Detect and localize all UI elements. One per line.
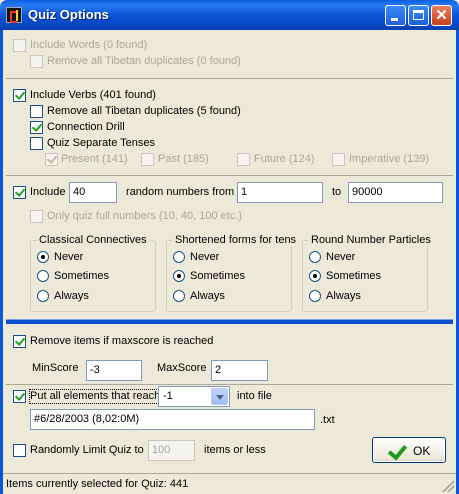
file-extension-label: .txt [320,414,335,426]
radio-label: Never [190,251,220,263]
include-verbs-checkbox[interactable] [13,89,26,102]
separator [6,78,453,79]
words-remove-duplicates-checkbox[interactable] [30,55,43,68]
random-from-label: random numbers from [126,186,235,198]
section-divider [6,319,453,324]
shortened-never-radio[interactable] [173,251,185,263]
number-to-input[interactable]: 90000 [348,182,443,203]
shortened-always-radio[interactable] [173,290,185,302]
particles-always-radio[interactable] [309,290,321,302]
into-file-label: into file [237,390,272,402]
random-limit-label: Randomly Limit Quiz to [30,444,144,456]
put-all-elements-label: Put all elements that reach [28,389,162,404]
reach-score-value: -1 [163,390,173,402]
verbs-remove-duplicates-label: Remove all Tibetan duplicates (5 found) [47,105,241,117]
separate-tenses-checkbox[interactable] [30,137,43,150]
to-label: to [332,186,342,198]
items-or-less-label: items or less [204,444,266,456]
app-icon [6,7,22,23]
group-title: Classical Connectives [37,234,149,246]
minscore-input[interactable]: -3 [86,360,142,381]
tense-imperative-checkbox[interactable] [332,153,345,166]
separator [6,384,453,385]
random-limit-checkbox[interactable] [13,444,26,457]
tense-future-label: Future (124) [254,153,315,165]
number-count-input[interactable]: 40 [69,182,117,203]
radio-label: Sometimes [54,270,110,282]
limit-input[interactable]: 100 [148,440,195,461]
particles-sometimes-radio[interactable] [309,270,321,282]
status-text: Items currently selected for Quiz: 441 [6,478,189,490]
radio-label: Never [326,251,356,263]
group-title: Shortened forms for tens [173,234,299,246]
close-icon: ✕ [435,7,448,24]
checkmark-icon [387,440,408,461]
radio-label: Sometimes [326,270,382,282]
remove-maxscore-checkbox[interactable] [13,335,26,348]
connection-drill-label: Connection Drill [47,121,125,133]
radio-label: Sometimes [190,270,246,282]
include-numbers-checkbox[interactable] [13,186,26,199]
resize-grip-icon[interactable] [442,480,454,492]
ok-button[interactable]: OK [372,437,446,463]
tense-future-checkbox[interactable] [237,153,250,166]
status-bar: Items currently selected for Quiz: 441 [3,473,456,494]
separate-tenses-label: Quiz Separate Tenses [47,137,156,149]
radio-label: Always [54,290,89,302]
verbs-remove-duplicates-checkbox[interactable] [30,105,43,118]
minimize-icon [391,18,398,21]
window-frame-left [0,30,3,494]
full-numbers-label: Only quiz full numbers (10, 40, 100 etc.… [47,210,243,222]
words-remove-duplicates-label: Remove all Tibetan duplicates (0 found) [47,55,241,67]
tense-present-label: Present (141) [61,153,128,165]
radio-label: Never [54,251,84,263]
particles-never-radio[interactable] [309,251,321,263]
tense-past-checkbox[interactable] [141,153,154,166]
maxscore-label: MaxScore [157,362,207,374]
maximize-icon [413,10,424,20]
window-title: Quiz Options [28,7,109,22]
tense-present-checkbox[interactable] [45,153,58,166]
include-verbs-label: Include Verbs (401 found) [30,89,156,101]
group-title: Round Number Particles [309,234,433,246]
classical-always-radio[interactable] [37,290,49,302]
number-from-input[interactable]: 1 [237,182,323,203]
title-bar[interactable]: Quiz Options ✕ [0,0,459,30]
shortened-sometimes-radio[interactable] [173,270,185,282]
close-button[interactable]: ✕ [431,5,452,26]
connection-drill-checkbox[interactable] [30,121,43,134]
put-all-elements-checkbox[interactable] [13,390,26,403]
filename-input[interactable]: #6/28/2003 (8,02:0M) [30,409,315,430]
include-words-checkbox[interactable] [13,39,26,52]
reach-score-select[interactable]: -1 [158,386,230,407]
full-numbers-checkbox[interactable] [30,210,43,223]
radio-label: Always [190,290,225,302]
include-numbers-label: Include [30,186,66,198]
minscore-label: MinScore [32,362,79,374]
minimize-button[interactable] [385,5,406,26]
maximize-button[interactable] [408,5,429,26]
include-words-label: Include Words (0 found) [30,39,148,51]
radio-label: Always [326,290,361,302]
tense-past-label: Past (185) [158,153,209,165]
ok-button-label: OK [413,444,431,458]
separator [6,175,453,176]
classical-sometimes-radio[interactable] [37,270,49,282]
classical-never-radio[interactable] [37,251,49,263]
maxscore-input[interactable]: 2 [211,360,268,381]
remove-maxscore-label: Remove items if maxscore is reached [30,335,214,347]
chevron-down-icon[interactable] [211,388,228,405]
tense-imperative-label: Imperative (139) [349,153,430,165]
